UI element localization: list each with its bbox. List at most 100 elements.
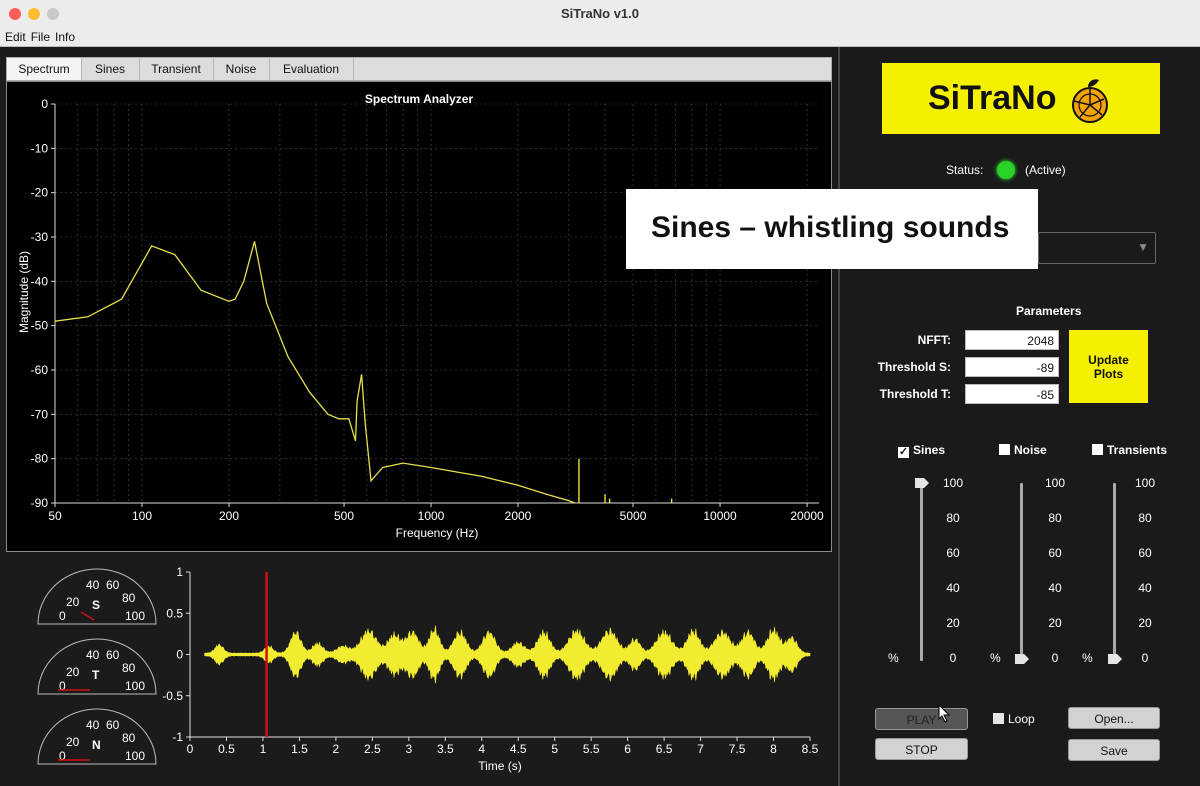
window-titlebar: SiTraNo v1.0 (0, 0, 1200, 29)
loop-label: Loop (1008, 712, 1035, 726)
slider-tick-label: 80 (1138, 511, 1152, 525)
slider-tick-label: 20 (1138, 616, 1152, 630)
y-tick-label: -50 (31, 319, 49, 333)
slider-tick-label: 80 (1048, 511, 1062, 525)
tab-evaluation[interactable]: Evaluation (269, 58, 354, 80)
save-button[interactable]: Save (1068, 739, 1160, 761)
meter-n: 20 40 6080 0 100 N (37, 708, 157, 765)
waveform-x-tick-label: 4.5 (510, 742, 527, 756)
meter-t: 20 40 6080 0 100 T (37, 638, 157, 695)
transients-checkbox[interactable]: Transients (1092, 443, 1167, 457)
spectrum-spikes (578, 458, 673, 503)
threshold-s-label: Threshold S: (877, 360, 951, 374)
y-tick-label: -90 (31, 496, 49, 510)
meter-scale-label: 80 (122, 731, 136, 745)
status-value: (Active) (1025, 163, 1066, 177)
spectrum-xlabel: Frequency (Hz) (396, 526, 479, 540)
threshold-t-label: Threshold T: (879, 387, 951, 401)
spectrum-ylabel: Magnitude (dB) (17, 251, 31, 333)
checkbox-empty-icon (999, 444, 1010, 455)
meter-scale-label: 60 (106, 578, 120, 592)
update-plots-label: Update Plots (1088, 352, 1129, 381)
slider-tick-label: 40 (1048, 581, 1062, 595)
waveform-y-tick-label: -0.5 (162, 689, 183, 703)
slider-tick-label: 60 (946, 546, 960, 560)
slider-tick-label: 60 (1138, 546, 1152, 560)
y-tick-label: -80 (31, 452, 49, 466)
noise-checkbox[interactable]: Noise (999, 443, 1047, 457)
tab-noise[interactable]: Noise (213, 58, 270, 80)
waveform-x-tick-label: 1 (260, 742, 267, 756)
transients-slider[interactable] (1113, 483, 1116, 661)
save-label: Save (1100, 744, 1128, 758)
logo-text: SiTraNo (928, 79, 1057, 117)
noise-slider[interactable] (1020, 483, 1023, 661)
menu-edit[interactable]: Edit (5, 30, 26, 44)
slider-tick-label: 100 (942, 476, 964, 490)
slider-tick-label: 100 (1134, 476, 1156, 490)
mouse-cursor-icon (938, 704, 951, 723)
y-tick-label: -30 (31, 230, 49, 244)
open-label: Open... (1094, 712, 1134, 726)
meter-scale-label: 80 (122, 661, 136, 675)
stop-label: STOP (905, 743, 938, 757)
spectrum-title: Spectrum Analyzer (365, 92, 474, 106)
y-tick-label: -20 (31, 186, 49, 200)
update-plots-button[interactable]: Update Plots (1069, 330, 1148, 403)
tab-sines[interactable]: Sines (81, 58, 140, 80)
slider-tick-label: 20 (1048, 616, 1062, 630)
x-tick-label: 20000 (790, 509, 824, 523)
play-button[interactable]: PLAY (875, 708, 968, 730)
sines-slider[interactable] (920, 483, 923, 661)
meter-letter: T (92, 668, 100, 682)
waveform-y-tick-label: -1 (172, 730, 183, 744)
meter-scale-label: 80 (122, 591, 136, 605)
tab-transient[interactable]: Transient (139, 58, 214, 80)
waveform-chart: 1 0.5 0 -0.5 -1 0 0.5 1 1.5 2 2.5 3 3.5 4 4.5 5 5.5 6 6.5 7… (162, 565, 818, 773)
waveform-x-tick-label: 1.5 (291, 742, 308, 756)
waveform-y-tick-label: 0 (176, 648, 183, 662)
waveform-x-tick-label: 4 (478, 742, 485, 756)
threshold-t-input[interactable]: -85 (965, 384, 1059, 404)
tab-spectrum[interactable]: Spectrum (7, 58, 82, 80)
app-logo: SiTraNo (882, 63, 1160, 134)
slider-unit-label: % (990, 651, 1001, 665)
y-tick-label: -40 (31, 274, 49, 288)
sines-checkbox[interactable]: ✓ Sines (898, 443, 945, 458)
waveform-trace (204, 625, 811, 684)
meter-scale-label: 0 (59, 749, 66, 763)
noise-label: Noise (1014, 443, 1047, 457)
open-button[interactable]: Open... (1068, 707, 1160, 729)
caption-overlay: Sines – whistling sounds (626, 189, 1038, 269)
meter-scale-label: 40 (86, 578, 100, 592)
menu-info[interactable]: Info (55, 30, 75, 44)
waveform-x-tick-label: 6 (624, 742, 631, 756)
x-tick-label: 100 (132, 509, 152, 523)
meter-scale-label: 20 (66, 595, 80, 609)
menu-bar: Edit File Info (0, 28, 1200, 47)
slider-tick-label: 60 (1048, 546, 1062, 560)
slider-unit-label: % (1082, 651, 1093, 665)
x-tick-label: 10000 (703, 509, 737, 523)
meter-scale-label: 100 (125, 749, 145, 763)
y-tick-label: 0 (41, 97, 48, 111)
loop-checkbox[interactable]: Loop (993, 712, 1035, 726)
waveform-x-tick-label: 7.5 (729, 742, 746, 756)
waveform-x-tick-label: 3.5 (437, 742, 454, 756)
waveform-y-tick-label: 1 (176, 565, 183, 579)
slider-tick-label: 20 (946, 616, 960, 630)
stop-button[interactable]: STOP (875, 738, 968, 760)
y-tick-label: -70 (31, 407, 49, 421)
checkbox-empty-icon (1092, 444, 1103, 455)
check-icon: ✓ (898, 446, 909, 458)
waveform-x-tick-label: 5.5 (583, 742, 600, 756)
threshold-s-input[interactable]: -89 (965, 357, 1059, 377)
menu-file[interactable]: File (31, 30, 50, 44)
mode-dropdown[interactable]: ▼ (1038, 232, 1156, 264)
slider-tick-label: 100 (1044, 476, 1066, 490)
nfft-input[interactable]: 2048 (965, 330, 1059, 350)
meter-scale-label: 40 (86, 718, 100, 732)
x-tick-label: 2000 (505, 509, 532, 523)
checkbox-empty-icon (993, 713, 1004, 724)
waveform-x-tick-label: 0.5 (218, 742, 235, 756)
